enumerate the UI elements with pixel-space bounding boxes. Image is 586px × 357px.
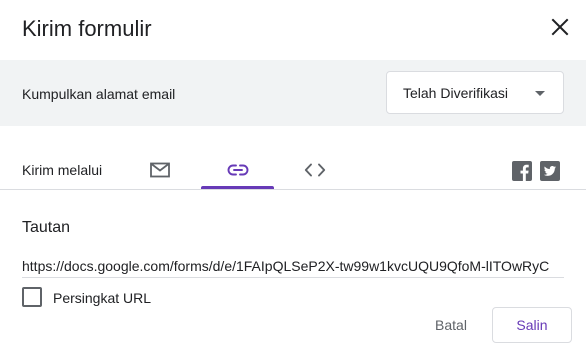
link-icon [227, 164, 248, 176]
shorten-url-checkbox[interactable] [22, 287, 42, 307]
tabs-divider [0, 189, 586, 190]
link-section-title: Tautan [22, 219, 71, 236]
cancel-button[interactable]: Batal [420, 307, 482, 343]
code-icon [304, 163, 326, 177]
share-facebook-button[interactable] [512, 161, 532, 181]
send-form-dialog: Kirim formulir Kumpulkan alamat email Te… [0, 0, 586, 357]
twitter-icon [540, 161, 560, 181]
facebook-icon [512, 161, 532, 181]
email-verification-value: Telah Diverifikasi [403, 84, 509, 101]
close-icon [551, 18, 569, 36]
dropdown-arrow-icon [535, 91, 545, 96]
tab-embed-html[interactable] [285, 150, 345, 190]
email-collection-row: Kumpulkan alamat email Telah Diverifikas… [0, 60, 586, 126]
shorten-url-label[interactable]: Persingkat URL [53, 289, 151, 307]
send-via-label: Kirim melalui [22, 162, 103, 178]
share-twitter-button[interactable] [540, 161, 560, 181]
dialog-title: Kirim formulir [22, 16, 152, 41]
tab-link[interactable] [201, 150, 274, 190]
close-button[interactable] [546, 13, 574, 41]
mail-icon [150, 162, 170, 178]
copy-button[interactable]: Salin [492, 307, 572, 343]
collect-email-label: Kumpulkan alamat email [22, 86, 176, 102]
email-verification-select[interactable]: Telah Diverifikasi [386, 71, 564, 114]
form-url-field[interactable]: https://docs.google.com/forms/d/e/1FAIpQ… [22, 256, 564, 278]
tab-email[interactable] [130, 150, 190, 190]
